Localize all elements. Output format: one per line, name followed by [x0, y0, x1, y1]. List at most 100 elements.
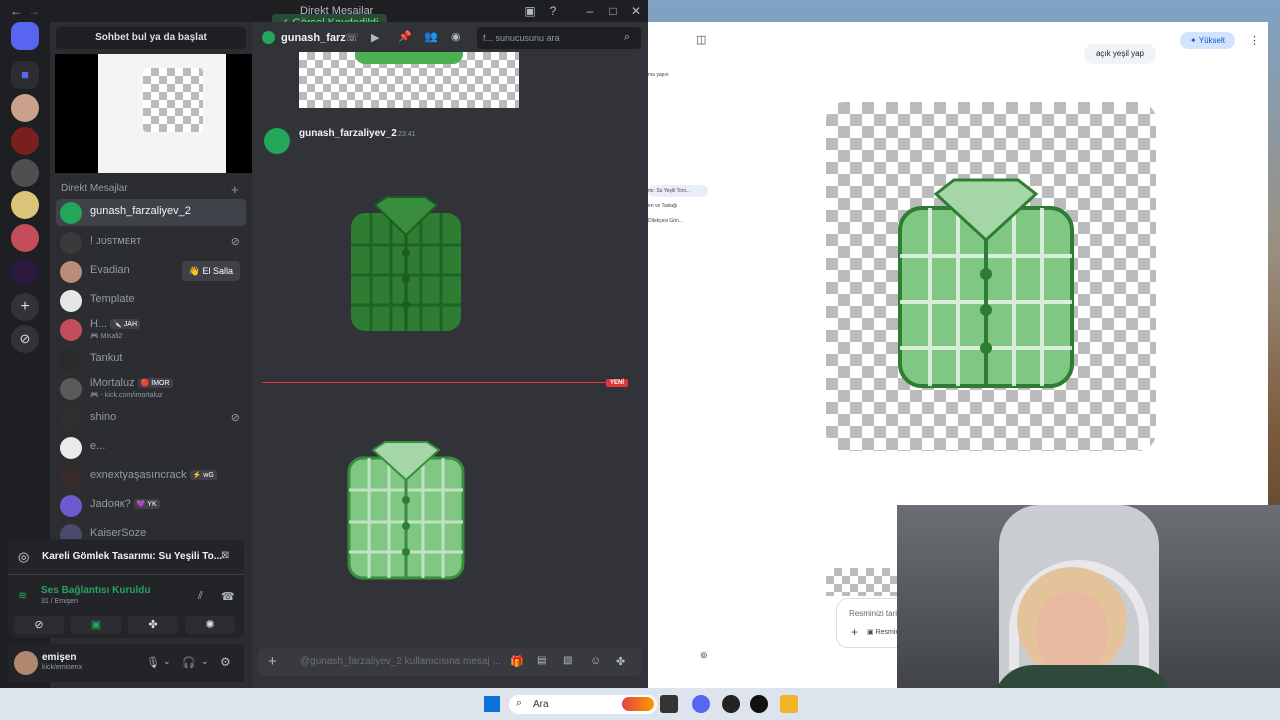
activity-title: Kareli Gömlek Tasarımı: Su Yeşili To... [42, 551, 223, 562]
divider [8, 574, 244, 575]
image-tool-chip[interactable]: ▣ Resmini [867, 628, 901, 636]
prompt-placeholder: Resminizi tarif [849, 609, 900, 618]
call-icon[interactable]: ☏ [345, 31, 359, 44]
discover-icon[interactable]: ⊘ [11, 325, 39, 353]
forward-arrow-icon[interactable]: → [26, 4, 42, 18]
inbox-icon[interactable]: ▣ [522, 4, 538, 18]
search-input[interactable]: f... sunucusunu ara [477, 27, 641, 49]
start-icon[interactable] [484, 696, 500, 712]
maximize-icon[interactable]: □ [605, 4, 621, 18]
dm-item[interactable]: ! ᴊᴜsᴛᴍᴇʀᴛ ⊘ [56, 229, 246, 256]
discord-taskbar-icon[interactable] [692, 695, 710, 713]
dm-badge: 💜 YK [133, 499, 160, 510]
discord-home-icon[interactable] [11, 22, 39, 50]
generated-image-partial[interactable] [826, 568, 906, 596]
add-attachment-icon[interactable]: + [268, 653, 277, 670]
disconnect-icon[interactable]: ☎ [221, 590, 235, 603]
upgrade-button[interactable]: ✦ Yükselt [1180, 32, 1235, 49]
pin-icon[interactable]: 📌 [398, 30, 412, 43]
microphone-icon[interactable]: 🎙 [146, 656, 160, 669]
server-icon-2[interactable] [11, 127, 39, 155]
dm-item[interactable]: iMortaluz 🔴 İMOR 🎮 - kick.com/imortaluz [56, 375, 246, 402]
camera-off-icon[interactable]: ⊘ [14, 616, 64, 634]
user-message: açık yeşil yap [1084, 44, 1156, 64]
user-panel: emişen kick/emisenx 🎙 ⌄ 🎧 ⌄ ⚙ [8, 644, 244, 682]
video-icon[interactable]: ▶ [371, 31, 379, 44]
minimize-icon[interactable]: – [582, 4, 598, 18]
find-conversation-button[interactable]: Sohbet bul ya da başlat [56, 27, 246, 49]
activities-icon[interactable]: ✤ [128, 616, 178, 634]
dm-item[interactable]: shino ⊘ [56, 405, 246, 432]
dark-green-shirt-image[interactable] [345, 195, 467, 335]
chat-history-item[interactable]: eri ve Taslağı [648, 203, 677, 209]
headphones-icon[interactable]: 🎧 [182, 656, 196, 669]
widget-icon[interactable] [622, 697, 654, 711]
dm-folder-icon[interactable]: ■ [11, 61, 39, 89]
soundboard-icon[interactable]: ✺ [185, 616, 235, 634]
attached-image-previous[interactable] [299, 52, 519, 108]
voice-panel: ◎ Kareli Gömlek Tasarımı: Su Yeşili To..… [8, 540, 244, 638]
add-server-icon[interactable]: + [11, 293, 39, 321]
apps-icon[interactable]: ✤ [616, 655, 625, 668]
gear-icon[interactable]: ⚙ [220, 655, 231, 669]
chat-history-item-active[interactable]: mı: Su Yeşili Toni... [648, 185, 708, 197]
noise-suppression-icon[interactable]: ⫽ [198, 590, 203, 603]
server-icon-6[interactable] [11, 258, 39, 286]
dm-name: Template [90, 293, 135, 305]
dm-item[interactable]: KaiserSoze [56, 521, 246, 539]
dm-item[interactable]: H... 🔪 JAH 🎮 Misali2 [56, 316, 246, 343]
gif-icon[interactable]: ▤ [537, 655, 546, 666]
more-options-icon[interactable]: ⋮ [1249, 34, 1260, 47]
search-icon[interactable]: ⌕ [624, 31, 630, 44]
chat-history-item[interactable]: Dilekçesi Gön... [648, 218, 683, 224]
generated-image[interactable] [826, 102, 1156, 451]
chevron-down-icon[interactable]: ⌄ [163, 656, 171, 667]
sidebar-toggle-icon[interactable]: ◫ [696, 33, 706, 46]
avatar[interactable] [14, 651, 38, 675]
chat-history-label: mı: Su Yeşili Toni... [648, 188, 690, 194]
dm-item[interactable]: Tankut [56, 346, 246, 373]
dm-item[interactable]: Template [56, 287, 246, 314]
close-activity-icon[interactable]: ⊠ [221, 550, 229, 561]
dm-item[interactable]: Evadian 👋 El Salla [56, 258, 246, 285]
add-icon[interactable]: + [851, 625, 858, 639]
add-friend-icon[interactable]: 👥 [424, 30, 438, 43]
gift-icon[interactable]: 🎁 [510, 655, 524, 668]
server-icon-1[interactable] [11, 94, 39, 122]
dm-name: iMortaluz 🔴 İMOR [90, 377, 173, 389]
dm-name: KaiserSoze [90, 527, 147, 539]
dm-name: H... 🔪 JAH [90, 318, 141, 330]
file-explorer-icon[interactable] [780, 695, 798, 713]
avatar [262, 31, 275, 44]
server-icon-3[interactable] [11, 159, 39, 187]
light-green-shirt-image[interactable] [345, 440, 467, 582]
message-author[interactable]: gunash_farzaliyev_2 [299, 128, 397, 139]
emoji-icon[interactable]: ☺ [590, 655, 601, 667]
profile-icon[interactable]: ◉ [451, 30, 461, 43]
obs-taskbar-icon[interactable] [722, 695, 740, 713]
status-icon: ⊚ [700, 650, 708, 660]
task-view-icon[interactable] [660, 695, 678, 713]
chevron-down-icon[interactable]: ⌄ [201, 656, 209, 667]
signal-icon: ≋ [18, 590, 28, 602]
server-icon-4[interactable] [11, 191, 39, 219]
screen-share-icon[interactable]: ▣ [71, 616, 121, 634]
voice-status[interactable]: Ses Bağlantısı Kuruldu [41, 585, 150, 596]
stream-preview[interactable] [55, 54, 267, 173]
dm-name: ! ᴊᴜsᴛᴍᴇʀᴛ [90, 235, 142, 247]
dm-item[interactable]: exnextyaşasıncrack ⚡ wG [56, 463, 246, 490]
app-taskbar-icon[interactable] [750, 695, 768, 713]
dm-activity: 🎮 - kick.com/imortaluz [90, 392, 163, 399]
dm-item[interactable]: Jadояк? 💜 YK [56, 492, 246, 519]
server-icon-5[interactable] [11, 224, 39, 252]
dm-item[interactable]: e... [56, 434, 246, 461]
chat-history-item[interactable]: ma yapın [648, 72, 669, 78]
help-icon[interactable]: ? [545, 4, 561, 18]
wave-button[interactable]: 👋 El Salla [181, 261, 240, 281]
close-icon[interactable]: ✕ [628, 4, 644, 18]
chat-area [252, 22, 648, 688]
add-dm-icon[interactable]: + [231, 182, 239, 197]
back-arrow-icon[interactable]: ← [8, 4, 24, 18]
sticker-icon[interactable]: ▧ [563, 655, 572, 666]
dm-item[interactable]: gunash_farzaliyev_2 [56, 199, 246, 226]
